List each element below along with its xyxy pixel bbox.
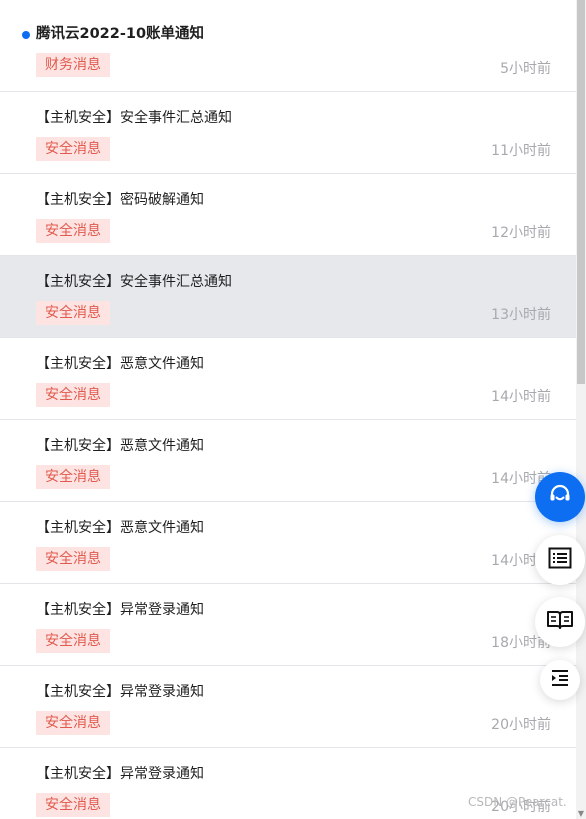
message-tag: 财务消息: [36, 53, 110, 77]
message-tag: 安全消息: [36, 301, 110, 325]
message-item-3[interactable]: 【主机安全】安全事件汇总通知 安全消息 13小时前: [0, 256, 576, 338]
book-icon: [546, 607, 574, 637]
message-title: 【主机安全】异常登录通知: [36, 766, 204, 782]
message-panel: 腾讯云2022-10账单通知 财务消息 5小时前 【主机安全】安全事件汇总通知 …: [0, 0, 586, 819]
message-item-8[interactable]: 【主机安全】异常登录通知 安全消息 20小时前: [0, 666, 576, 748]
scroll-down-arrow-icon[interactable]: ▼: [577, 809, 585, 819]
documentation-button[interactable]: [535, 597, 585, 647]
message-title: 【主机安全】恶意文件通知: [36, 438, 204, 454]
message-tag: 安全消息: [36, 219, 110, 243]
message-time: 14小时前: [491, 389, 551, 405]
message-tag: 安全消息: [36, 629, 110, 653]
message-tag: 安全消息: [36, 465, 110, 489]
watermark-text: CSDN @Pearcat.: [468, 795, 567, 809]
message-list: 腾讯云2022-10账单通知 财务消息 5小时前 【主机安全】安全事件汇总通知 …: [0, 0, 576, 819]
message-title: 【主机安全】异常登录通知: [36, 602, 204, 618]
message-tag: 安全消息: [36, 547, 110, 571]
list-icon: [547, 545, 573, 575]
message-title: 【主机安全】异常登录通知: [36, 684, 204, 700]
message-item-4[interactable]: 【主机安全】恶意文件通知 安全消息 14小时前: [0, 338, 576, 420]
message-item-6[interactable]: 【主机安全】恶意文件通知 安全消息 14小时前: [0, 502, 576, 584]
message-time: 11小时前: [491, 143, 551, 159]
message-time: 13小时前: [491, 307, 551, 323]
message-title: 【主机安全】安全事件汇总通知: [36, 274, 232, 290]
message-time: 12小时前: [491, 225, 551, 241]
message-tag: 安全消息: [36, 711, 110, 735]
message-list-button[interactable]: [535, 535, 585, 585]
vertical-scrollbar[interactable]: ▼: [576, 0, 586, 819]
indent-icon: [550, 668, 570, 692]
headset-icon: [547, 482, 573, 512]
collapse-toolbar-button[interactable]: [540, 660, 580, 700]
message-tag: 安全消息: [36, 137, 110, 161]
message-title: 【主机安全】恶意文件通知: [36, 520, 204, 536]
message-time: 5小时前: [500, 61, 551, 77]
message-item-0[interactable]: 腾讯云2022-10账单通知 财务消息 5小时前: [0, 0, 576, 92]
scrollbar-thumb[interactable]: [577, 0, 585, 384]
message-title: 【主机安全】密码破解通知: [36, 192, 204, 208]
unread-dot: [22, 31, 30, 39]
message-time: 20小时前: [491, 717, 551, 733]
message-item-2[interactable]: 【主机安全】密码破解通知 安全消息 12小时前: [0, 174, 576, 256]
message-tag: 安全消息: [36, 793, 110, 817]
message-title: 【主机安全】恶意文件通知: [36, 356, 204, 372]
customer-support-button[interactable]: [535, 472, 585, 522]
message-item-5[interactable]: 【主机安全】恶意文件通知 安全消息 14小时前: [0, 420, 576, 502]
message-title: 腾讯云2022-10账单通知: [36, 26, 205, 42]
message-tag: 安全消息: [36, 383, 110, 407]
message-item-1[interactable]: 【主机安全】安全事件汇总通知 安全消息 11小时前: [0, 92, 576, 174]
message-title: 【主机安全】安全事件汇总通知: [36, 110, 232, 126]
message-item-7[interactable]: 【主机安全】异常登录通知 安全消息 18小时前: [0, 584, 576, 666]
